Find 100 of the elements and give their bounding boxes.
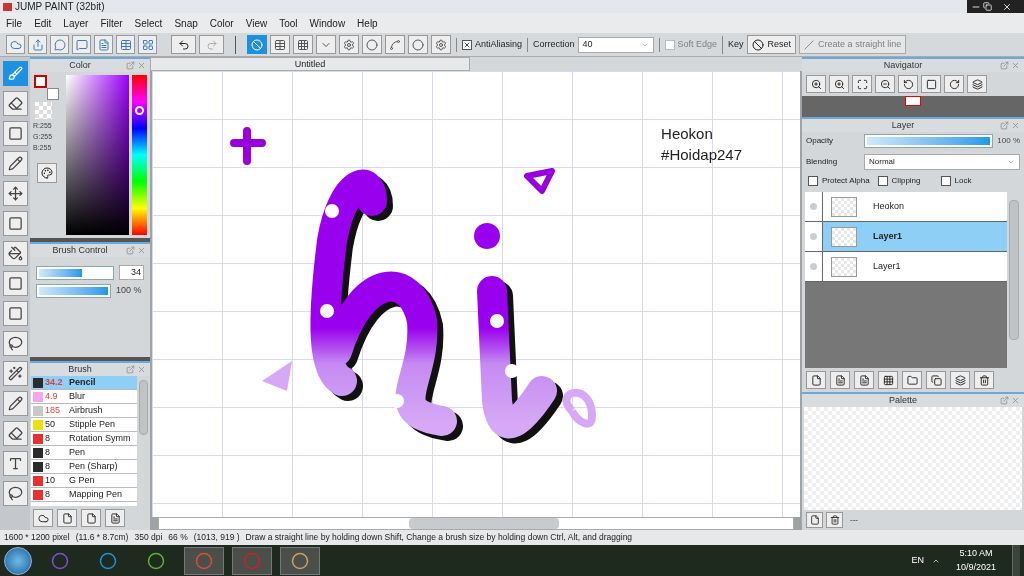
brush-action-button[interactable] xyxy=(57,509,77,527)
menu-item[interactable]: Help xyxy=(357,15,378,31)
layer-row[interactable]: Layer1 xyxy=(805,252,1007,282)
undo-button[interactable] xyxy=(171,35,196,54)
palette-swatches-area[interactable] xyxy=(804,407,1022,510)
brush-item[interactable]: 8 Pen (Sharp) xyxy=(31,460,137,474)
curve-button[interactable] xyxy=(385,35,405,54)
delete-palette-button[interactable] xyxy=(826,512,843,528)
move-tool[interactable] xyxy=(2,181,28,206)
pen-tool[interactable] xyxy=(2,151,28,176)
lasso-pointer-tool[interactable] xyxy=(2,481,28,506)
layer-action-button[interactable] xyxy=(854,371,874,389)
toolbar-button[interactable] xyxy=(50,35,69,54)
toolbar-button[interactable] xyxy=(28,35,47,54)
menu-item[interactable]: Edit xyxy=(34,15,52,31)
circle-button[interactable] xyxy=(408,35,428,54)
gear-button[interactable] xyxy=(431,35,451,54)
clock-time[interactable]: 5:10 AM xyxy=(959,547,993,561)
brush-item[interactable]: 4.9 Blur xyxy=(31,390,137,404)
navigator-button[interactable] xyxy=(898,75,918,93)
hue-thumb[interactable] xyxy=(135,106,144,116)
toolbar-button[interactable] xyxy=(6,35,25,54)
menu-item[interactable]: Snap xyxy=(174,15,198,31)
parallel-lines-button[interactable] xyxy=(270,35,290,54)
brush-item[interactable]: 34.2 Pencil xyxy=(31,376,137,390)
menu-item[interactable]: View xyxy=(245,15,268,31)
foreground-color-swatch[interactable] xyxy=(34,75,47,88)
reset-button[interactable]: Reset xyxy=(746,35,797,54)
taskbar-app-button[interactable] xyxy=(280,546,320,575)
taskbar-app-button[interactable] xyxy=(184,546,224,575)
brush-item[interactable]: 10 G Pen xyxy=(31,474,137,488)
checkbox[interactable] xyxy=(462,39,472,50)
menu-item[interactable]: Layer xyxy=(63,15,89,31)
hue-slider[interactable] xyxy=(132,75,147,235)
toolbar-button[interactable] xyxy=(94,35,113,54)
navigator-button[interactable] xyxy=(921,75,941,93)
brush-size-value[interactable]: 34 xyxy=(119,265,144,280)
background-color-swatch[interactable] xyxy=(47,88,59,100)
transparent-swatch[interactable] xyxy=(35,102,52,119)
layer-action-button[interactable] xyxy=(950,371,970,389)
brush-item[interactable]: 185 Airbrush xyxy=(31,404,137,418)
lasso-tool[interactable] xyxy=(2,331,28,356)
redo-button[interactable] xyxy=(199,35,224,54)
gradient-tool[interactable] xyxy=(2,271,28,296)
layer-action-button[interactable] xyxy=(878,371,898,389)
rectangle-tool[interactable] xyxy=(2,121,28,146)
grid-button[interactable] xyxy=(293,35,313,54)
layer-action-button[interactable] xyxy=(974,371,994,389)
clock-date[interactable]: 10/9/2021 xyxy=(955,560,996,574)
layer-action-button[interactable] xyxy=(926,371,946,389)
checkbox[interactable] xyxy=(808,176,818,186)
radial-lines-button[interactable] xyxy=(339,35,359,54)
saturation-field[interactable] xyxy=(66,75,129,235)
toolbar-button[interactable] xyxy=(116,35,135,54)
navigator-button[interactable] xyxy=(806,75,826,93)
navigator-button[interactable] xyxy=(875,75,895,93)
wand-tool[interactable] xyxy=(2,361,28,386)
menu-item[interactable]: Select xyxy=(134,15,163,31)
brush-action-button[interactable] xyxy=(105,509,125,527)
correction-dropdown[interactable]: 40 xyxy=(577,36,654,53)
brush-item[interactable]: 8 Rotation Symm xyxy=(31,432,137,446)
layer-row[interactable]: Layer1 xyxy=(805,222,1007,252)
brush-action-button[interactable] xyxy=(33,509,53,527)
brush-size-slider[interactable] xyxy=(36,265,114,280)
select-eraser-tool[interactable] xyxy=(2,421,28,446)
document-tab[interactable]: Untitled xyxy=(150,57,470,71)
horizontal-scrollbar[interactable] xyxy=(158,517,794,530)
navigator-button[interactable] xyxy=(852,75,872,93)
ruler-button[interactable] xyxy=(247,35,267,54)
selection-tool[interactable] xyxy=(2,301,28,326)
brush-item[interactable]: 8 Pen xyxy=(31,446,137,460)
menu-item[interactable]: Color xyxy=(209,15,234,31)
taskbar-app-button[interactable] xyxy=(232,546,272,575)
navigator-preview[interactable] xyxy=(905,96,921,106)
navigator-button[interactable] xyxy=(967,75,987,93)
brush-item[interactable]: 8 Mapping Pen xyxy=(31,488,137,502)
palette-button[interactable] xyxy=(37,163,57,183)
eraser-tool[interactable] xyxy=(2,91,28,116)
close-icon[interactable] xyxy=(1002,1,1012,12)
restore-icon[interactable] xyxy=(983,2,992,11)
concentric-circles-button[interactable] xyxy=(362,35,382,54)
menu-item[interactable]: Filter xyxy=(100,15,123,31)
menu-item[interactable]: Window xyxy=(309,15,346,31)
language-indicator[interactable]: EN xyxy=(911,553,924,568)
navigator-button[interactable] xyxy=(944,75,964,93)
select-pen-tool[interactable] xyxy=(2,391,28,416)
new-palette-button[interactable] xyxy=(806,512,823,528)
brush-item[interactable]: 50 Stipple Pen xyxy=(31,418,137,432)
bucket-tool[interactable] xyxy=(2,241,28,266)
text-tool[interactable] xyxy=(2,451,28,476)
checkbox[interactable] xyxy=(940,176,951,186)
fill-square-tool[interactable] xyxy=(2,211,28,236)
brush-tool[interactable] xyxy=(2,61,28,86)
layer-action-button[interactable] xyxy=(830,371,850,389)
checkbox[interactable] xyxy=(877,176,888,186)
blending-dropdown[interactable]: Normal xyxy=(864,154,1020,170)
start-button[interactable] xyxy=(4,546,32,575)
toolbar-button[interactable] xyxy=(138,35,157,54)
menu-item[interactable]: Tool xyxy=(279,15,298,31)
brush-action-button[interactable] xyxy=(81,509,101,527)
